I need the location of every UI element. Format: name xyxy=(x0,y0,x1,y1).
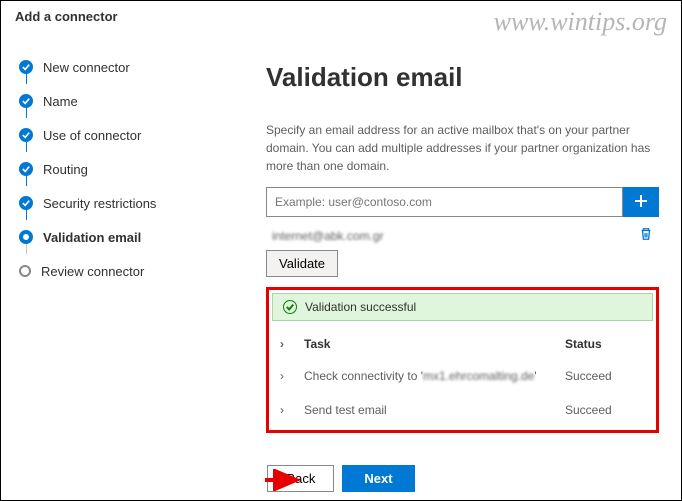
chevron-right-icon[interactable]: › xyxy=(280,403,304,417)
chevron-right-icon[interactable]: › xyxy=(280,369,304,383)
task-column-header: Task xyxy=(304,337,565,351)
next-button[interactable]: Next xyxy=(342,465,414,492)
step-security-restrictions[interactable]: Security restrictions xyxy=(19,186,216,220)
panel-header: Add a connector xyxy=(1,1,681,32)
content-panel: Validation email Specify an email addres… xyxy=(216,32,681,462)
pending-step-icon xyxy=(19,265,31,277)
check-circle-icon xyxy=(19,60,33,74)
page-description: Specify an email address for an active m… xyxy=(266,121,659,175)
task-status: Succeed xyxy=(565,403,645,417)
step-name[interactable]: Name xyxy=(19,84,216,118)
check-circle-icon xyxy=(19,196,33,210)
step-routing[interactable]: Routing xyxy=(19,152,216,186)
success-check-icon xyxy=(283,300,297,314)
wizard-steps-sidebar: New connector Name Use of connector xyxy=(1,32,216,462)
panel-title: Add a connector xyxy=(15,9,118,24)
step-use-of-connector[interactable]: Use of connector xyxy=(19,118,216,152)
step-review-connector[interactable]: Review connector xyxy=(19,254,216,288)
step-label: New connector xyxy=(43,60,130,75)
success-banner-text: Validation successful xyxy=(305,300,416,314)
check-circle-icon xyxy=(19,162,33,176)
plus-icon xyxy=(634,194,648,211)
delete-email-button[interactable] xyxy=(639,227,653,244)
task-row: › Check connectivity to 'mx1.ehrcomaltin… xyxy=(272,359,653,393)
page-title: Validation email xyxy=(266,62,659,93)
task-name: Send test email xyxy=(304,403,565,417)
validate-button[interactable]: Validate xyxy=(266,250,338,277)
task-table-header: › Task Status xyxy=(272,327,653,359)
validation-result-box: Validation successful › Task Status › Ch… xyxy=(266,287,659,433)
chevron-right-icon[interactable]: › xyxy=(280,337,304,351)
back-button[interactable]: Back xyxy=(267,465,334,492)
step-label: Security restrictions xyxy=(43,196,156,211)
step-validation-email[interactable]: Validation email xyxy=(19,220,216,254)
step-label: Name xyxy=(43,94,78,109)
task-status: Succeed xyxy=(565,369,645,383)
email-input[interactable] xyxy=(266,187,623,217)
success-banner: Validation successful xyxy=(272,293,653,321)
current-step-icon xyxy=(19,230,33,244)
check-circle-icon xyxy=(19,94,33,108)
step-new-connector[interactable]: New connector xyxy=(19,50,216,84)
footer-buttons: Back Next xyxy=(1,465,681,492)
status-column-header: Status xyxy=(565,337,645,351)
step-label: Routing xyxy=(43,162,88,177)
add-email-button[interactable] xyxy=(623,187,659,217)
check-circle-icon xyxy=(19,128,33,142)
added-email-row: internet@abk.com.gr xyxy=(266,225,659,250)
step-label: Validation email xyxy=(43,230,141,245)
added-email-text: internet@abk.com.gr xyxy=(272,229,384,243)
task-row: › Send test email Succeed xyxy=(272,393,653,427)
task-name: Check connectivity to 'mx1.ehrcomalting.… xyxy=(304,369,565,383)
step-label: Review connector xyxy=(41,264,144,279)
step-label: Use of connector xyxy=(43,128,141,143)
